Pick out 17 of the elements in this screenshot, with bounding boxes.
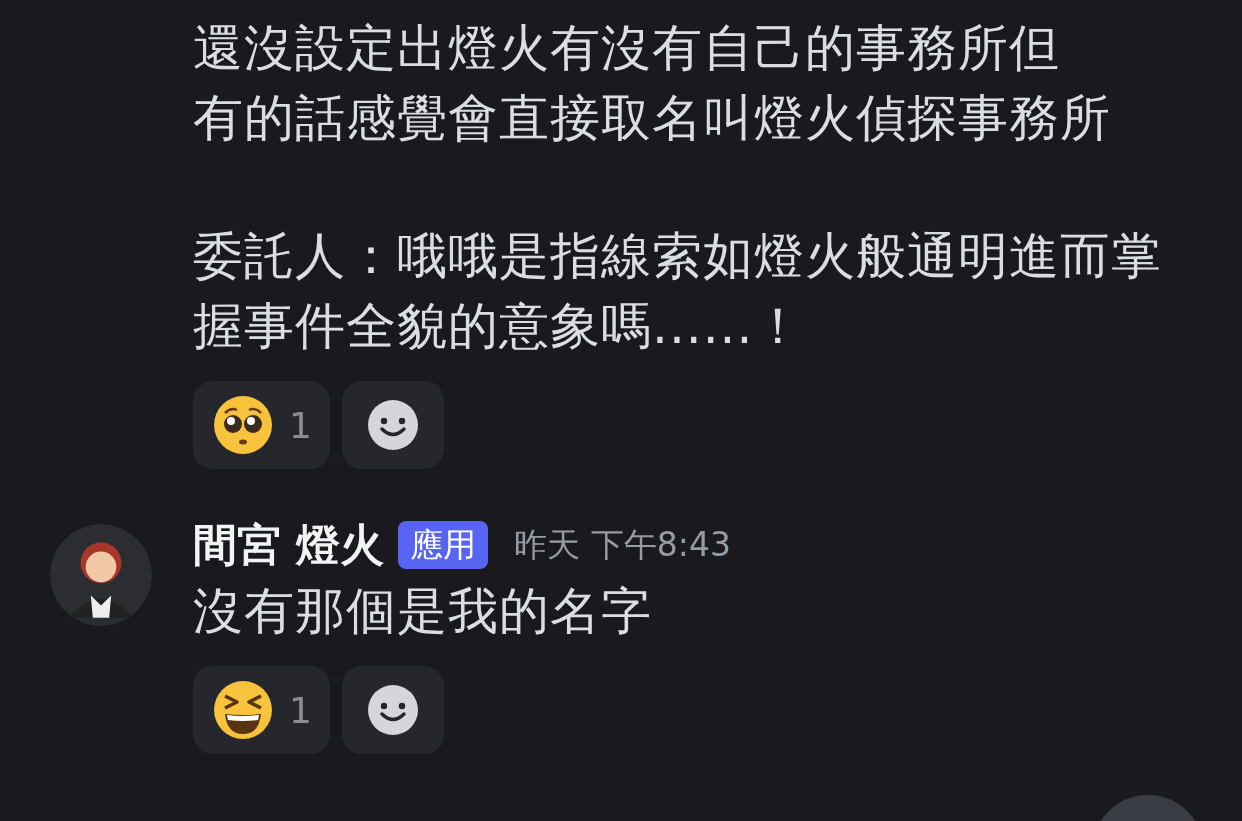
message-line: 握事件全貌的意象嗎......！ [193, 296, 806, 357]
grinning-squinting-face-icon [213, 680, 273, 740]
avatar-silhouette-icon[interactable] [50, 524, 152, 626]
add-reaction-button[interactable] [341, 666, 444, 754]
smiley-icon [367, 400, 418, 450]
pleading-face-icon [213, 395, 273, 455]
timestamp: 昨天 下午8:43 [514, 523, 731, 566]
message-line: 委託人：哦哦是指線索如燈火般通明進而掌 [193, 226, 1162, 287]
author-name[interactable]: 間宮 燈火 [193, 515, 385, 575]
reaction-button[interactable]: 1 [193, 666, 330, 754]
message-line: 有的話感覺會直接取名叫燈火偵探事務所 [193, 88, 1112, 149]
app-tag: 應用 [398, 521, 489, 569]
message-line: 還沒設定出燈火有沒有自己的事務所但 [193, 18, 1061, 79]
message-text: 沒有那個是我的名字 [193, 581, 653, 642]
add-reaction-button[interactable] [341, 381, 444, 469]
smiley-icon [367, 685, 418, 735]
reaction-button[interactable]: 1 [193, 381, 330, 469]
